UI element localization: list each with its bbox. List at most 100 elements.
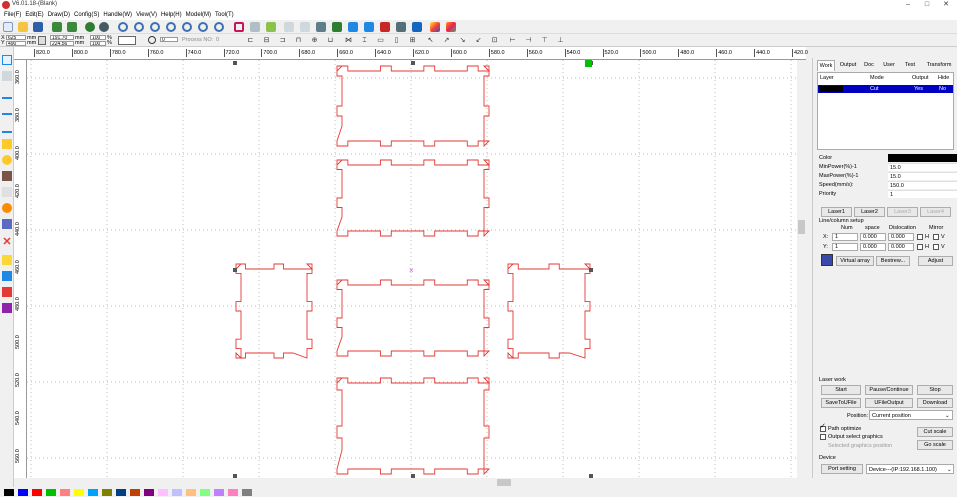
play-icon[interactable] (85, 22, 95, 32)
arrow-center-icon[interactable]: ⊡ (490, 37, 499, 45)
adjust-button[interactable]: Adjust (918, 256, 953, 266)
go-scale-button[interactable]: Go scale (917, 440, 953, 450)
menu-file[interactable]: File(F) (4, 10, 21, 20)
node-edit-icon[interactable] (250, 22, 260, 32)
vertical-top-icon[interactable]: ⊤ (540, 37, 549, 45)
stop-icon[interactable] (99, 22, 109, 32)
warning-tool-icon[interactable] (2, 255, 12, 265)
virtual-array-button[interactable]: Virtual array (836, 256, 874, 266)
handle-top-mid[interactable] (411, 61, 415, 65)
rectangle-tool-icon[interactable] (2, 139, 12, 149)
align-h-icon[interactable] (348, 22, 358, 32)
arrow-br-icon[interactable]: ↘ (458, 37, 467, 45)
palette-swatch[interactable] (172, 489, 182, 496)
new-file-icon[interactable] (3, 22, 13, 32)
tab-doc[interactable]: Doc (860, 60, 878, 71)
palette-swatch[interactable] (144, 489, 154, 496)
polyline-tool-icon[interactable] (2, 105, 12, 115)
minimize-button[interactable]: – (899, 0, 917, 10)
palette-swatch[interactable] (60, 489, 70, 496)
menu-draw[interactable]: Draw(D) (48, 10, 70, 20)
panel-left[interactable] (235, 263, 314, 360)
line-tool-icon[interactable] (2, 89, 12, 99)
menu-config[interactable]: Config(S) (74, 10, 99, 20)
start-button[interactable]: Start (821, 385, 861, 395)
vertical-scrollbar[interactable] (797, 60, 806, 478)
menu-help[interactable]: Help(H) (161, 10, 182, 20)
save-to-ufile-button[interactable]: SaveToUFile (821, 398, 861, 408)
distribute-h-icon[interactable]: ⋈ (344, 37, 353, 45)
import-icon[interactable] (52, 22, 62, 32)
prop-minpower-value[interactable]: 15.0 (888, 163, 957, 171)
ufile-output-button[interactable]: UFileOutput (865, 398, 913, 408)
zoom-page-icon[interactable] (182, 22, 192, 32)
zoom-selection-icon[interactable] (214, 22, 224, 32)
chart-tool-icon[interactable] (2, 287, 12, 297)
tab-test[interactable]: Test (900, 60, 920, 71)
align-v-icon[interactable] (364, 22, 374, 32)
position-tool-icon[interactable] (2, 271, 12, 281)
palette-swatch[interactable] (186, 489, 196, 496)
prop-priority-value[interactable]: 1 (888, 190, 957, 198)
open-folder-icon[interactable] (18, 22, 28, 32)
palette-swatch[interactable] (116, 489, 126, 496)
laser-head-icon[interactable] (380, 22, 390, 32)
arrow-tr-icon[interactable]: ↗ (442, 37, 451, 45)
laser4-button[interactable]: Laser4 (920, 207, 951, 217)
text-tool-icon[interactable] (2, 171, 12, 181)
layer-row[interactable]: Cut Yes No (818, 85, 953, 93)
handle-top-left[interactable] (233, 61, 237, 65)
zoom-in-icon[interactable] (118, 22, 128, 32)
pen-icon[interactable] (266, 22, 276, 32)
layer-output[interactable]: Yes (914, 85, 923, 93)
tree-icon[interactable] (332, 22, 342, 32)
scale-x-field[interactable]: 100 (90, 35, 106, 40)
palette-swatch[interactable] (74, 489, 84, 496)
menu-tool[interactable]: Tool(T) (215, 10, 234, 20)
zoom-window-icon[interactable] (150, 22, 160, 32)
prop-color-value[interactable] (888, 154, 957, 162)
node-tool-icon[interactable] (2, 71, 12, 81)
select-tool-icon[interactable] (2, 55, 12, 65)
distribute-v-icon[interactable]: ⌶ (360, 37, 369, 45)
export-icon[interactable] (67, 22, 77, 32)
lc-x-mirror-v-checkbox[interactable] (933, 234, 939, 240)
grid-tool-icon[interactable] (2, 219, 12, 229)
palette-swatch[interactable] (32, 489, 42, 496)
rotate-icon[interactable] (148, 36, 156, 44)
palette-swatch[interactable] (214, 489, 224, 496)
tab-work[interactable]: Work (817, 60, 835, 71)
curve-tool-icon[interactable] (2, 123, 12, 133)
arrow-bl-icon[interactable]: ↙ (474, 37, 483, 45)
bitmap-icon[interactable] (300, 22, 310, 32)
curve-icon[interactable] (284, 22, 294, 32)
laser1-button[interactable]: Laser1 (821, 207, 852, 217)
panel-right[interactable] (507, 263, 592, 360)
frame-icon[interactable] (234, 22, 244, 32)
scroll-thumb[interactable] (798, 220, 805, 234)
hscroll-thumb[interactable] (497, 479, 511, 486)
laser3-button[interactable]: Laser3 (887, 207, 918, 217)
prop-speed-value[interactable]: 150.0 (888, 181, 957, 189)
palette-swatch[interactable] (158, 489, 168, 496)
arrow-tl-icon[interactable]: ↖ (426, 37, 435, 45)
menu-view[interactable]: View(V) (136, 10, 157, 20)
prop-maxpower-value[interactable]: 15.0 (888, 172, 957, 180)
lc-y-mirror-h-checkbox[interactable] (917, 244, 923, 250)
handle-mid-right[interactable] (589, 268, 593, 272)
palette-swatch[interactable] (242, 489, 252, 496)
align-middle-icon[interactable]: ⊕ (310, 37, 319, 45)
layer-hide[interactable]: No (939, 85, 946, 93)
lc-y-mirror-v-checkbox[interactable] (933, 244, 939, 250)
lc-x-mirror-h-checkbox[interactable] (917, 234, 923, 240)
menu-handle[interactable]: Handle(W) (103, 10, 132, 20)
maximize-button[interactable]: □ (918, 0, 936, 10)
cut-scale-button[interactable]: Cut scale (917, 427, 953, 437)
device-select[interactable]: Device---(IP:192.168.1.100) ⌄ (866, 464, 954, 474)
lc-x-dislocation[interactable]: 0.000 (888, 233, 914, 241)
align-left-icon[interactable]: ⊏ (246, 37, 255, 45)
lc-x-space[interactable]: 0.000 (860, 233, 886, 241)
origin-marker-icon[interactable] (585, 60, 592, 67)
tab-output[interactable]: Output (836, 60, 860, 71)
align-right-icon[interactable]: ⊐ (278, 37, 287, 45)
